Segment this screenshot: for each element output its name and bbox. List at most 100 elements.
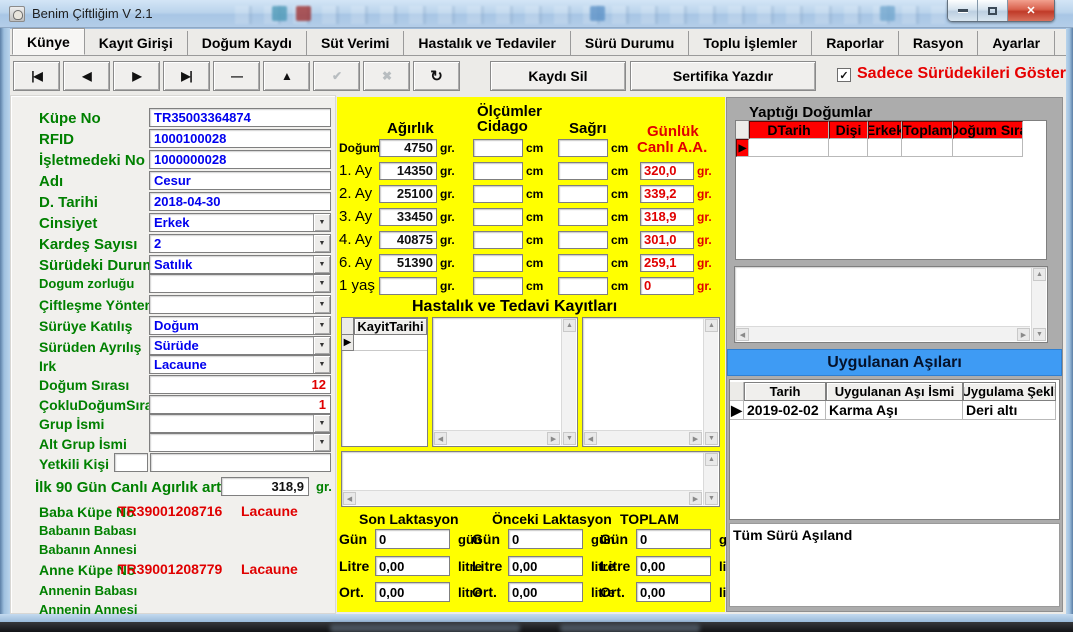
d-tarihi-input[interactable]: 2018-04-30 <box>149 192 331 211</box>
show-only-herd-label[interactable]: Sadece Sürüdekileri Göster <box>857 65 1066 83</box>
nav-post-button[interactable]: ✔ <box>313 61 360 91</box>
vertical-scrollbar[interactable]: ▲▼ <box>1031 268 1046 341</box>
maximize-button[interactable] <box>978 0 1008 21</box>
cidago-input[interactable] <box>473 254 523 272</box>
yetkili-kisi-code-input[interactable] <box>114 453 148 472</box>
adi-input[interactable]: Cesur <box>149 171 331 190</box>
scroll-right-icon[interactable]: ▶ <box>689 432 702 445</box>
scroll-left-icon[interactable]: ◀ <box>584 432 597 445</box>
scroll-up-icon[interactable]: ▲ <box>705 453 718 466</box>
births-col-dogum-sira[interactable]: Doğum Sıra <box>953 121 1023 139</box>
treatment-list-box[interactable]: ▲▼ ◀▶ <box>582 317 720 447</box>
minimize-button[interactable] <box>948 0 978 21</box>
yetkili-kisi-name-input[interactable] <box>150 453 331 472</box>
ciftlesme-yontemi-combo[interactable]: ▼ <box>149 295 331 314</box>
horizontal-scrollbar[interactable]: ◀▶ <box>584 430 702 445</box>
health-notes-box[interactable]: ▲▼ ◀▶ <box>341 451 720 507</box>
vaccine-note-box[interactable]: Tüm Sürü Aşıland <box>729 523 1060 607</box>
show-only-herd-checkbox[interactable]: ✓ <box>837 68 851 82</box>
scroll-up-icon[interactable]: ▲ <box>563 319 576 332</box>
tab-sut-verimi[interactable]: Süt Verimi <box>307 31 404 55</box>
agirlik-input[interactable]: 4750 <box>379 139 437 157</box>
tab-kunye[interactable]: Künye <box>12 28 85 55</box>
alt-grup-ismi-combo[interactable]: ▼ <box>149 433 331 452</box>
nav-first-button[interactable]: |◀ <box>13 61 60 91</box>
gunluk-aa-input[interactable]: 301,0 <box>640 231 694 249</box>
scroll-right-icon[interactable]: ▶ <box>689 492 702 505</box>
surudeki-durum-combo[interactable]: Satılık ▼ <box>149 255 331 274</box>
tab-ayarlar[interactable]: Ayarlar <box>978 31 1055 55</box>
ort-input[interactable]: 0,00 <box>508 582 583 602</box>
chevron-down-icon[interactable]: ▼ <box>313 317 330 334</box>
litre-input[interactable]: 0,00 <box>636 556 711 576</box>
tab-raporlar[interactable]: Raporlar <box>812 31 899 55</box>
sagri-input[interactable] <box>558 139 608 157</box>
agirlik-input[interactable]: 51390 <box>379 254 437 272</box>
horizontal-scrollbar[interactable]: ◀▶ <box>343 490 702 505</box>
gunluk-aa-input[interactable]: 320,0 <box>640 162 694 180</box>
gunluk-aa-input[interactable]: 339,2 <box>640 185 694 203</box>
ort-input[interactable]: 0,00 <box>636 582 711 602</box>
litre-input[interactable]: 0,00 <box>375 556 450 576</box>
litre-input[interactable]: 0,00 <box>508 556 583 576</box>
chevron-down-icon[interactable]: ▼ <box>313 434 330 451</box>
kardes-sayisi-combo[interactable]: 2 ▼ <box>149 234 331 253</box>
nav-refresh-button[interactable]: ↻ <box>413 61 460 91</box>
gunluk-aa-input[interactable]: 259,1 <box>640 254 694 272</box>
agirlik-input[interactable]: 25100 <box>379 185 437 203</box>
vaccines-col-uygulama-sekli[interactable]: Uygulama Şekli <box>963 382 1056 401</box>
nav-prior-button[interactable]: ◀ <box>63 61 110 91</box>
irk-combo[interactable]: Lacaune ▼ <box>149 355 331 374</box>
cidago-input[interactable] <box>473 231 523 249</box>
gun-input[interactable]: 0 <box>375 529 450 549</box>
sagri-input[interactable] <box>558 277 608 295</box>
tab-hastalik-tedaviler[interactable]: Hastalık ve Tedaviler <box>404 31 570 55</box>
cidago-input[interactable] <box>473 185 523 203</box>
rfid-input[interactable]: 1000100028 <box>149 129 331 148</box>
close-button[interactable]: ✕ <box>1008 0 1054 21</box>
isletmedeki-no-input[interactable]: 1000000028 <box>149 150 331 169</box>
agirlik-input[interactable]: 40875 <box>379 231 437 249</box>
suruye-katilis-combo[interactable]: Doğum ▼ <box>149 316 331 335</box>
vaccines-grid[interactable]: Tarih Uygulanan Aşı İsmi Uygulama Şekli … <box>729 379 1060 520</box>
scroll-left-icon[interactable]: ◀ <box>736 328 749 341</box>
vertical-scrollbar[interactable]: ▲▼ <box>703 453 718 505</box>
births-notes-box[interactable]: ▲▼ ◀▶ <box>734 266 1048 343</box>
horizontal-scrollbar[interactable]: ◀▶ <box>736 326 1030 341</box>
sagri-input[interactable] <box>558 254 608 272</box>
gun-input[interactable]: 0 <box>636 529 711 549</box>
nav-last-button[interactable]: ▶| <box>163 61 210 91</box>
cidago-input[interactable] <box>473 162 523 180</box>
births-col-dtarih[interactable]: DTarih <box>749 121 829 139</box>
sagri-input[interactable] <box>558 208 608 226</box>
chevron-down-icon[interactable]: ▼ <box>313 214 330 231</box>
chevron-down-icon[interactable]: ▼ <box>313 275 330 292</box>
cidago-input[interactable] <box>473 277 523 295</box>
scroll-right-icon[interactable]: ▶ <box>1017 328 1030 341</box>
coklu-dogum-sirasi-input[interactable]: 1 <box>149 395 331 414</box>
nav-cancel-button[interactable]: ✖ <box>363 61 410 91</box>
births-col-disi[interactable]: Dişi <box>829 121 868 139</box>
vaccines-col-tarih[interactable]: Tarih <box>744 382 826 401</box>
births-grid[interactable]: DTarih Dişi Erkek Toplam Doğum Sıra ▶ <box>735 120 1047 260</box>
agirlik-input[interactable]: 14350 <box>379 162 437 180</box>
agirlik-input[interactable] <box>379 277 437 295</box>
cidago-input[interactable] <box>473 139 523 157</box>
gunluk-aa-input[interactable]: 318,9 <box>640 208 694 226</box>
scroll-up-icon[interactable]: ▲ <box>1033 268 1046 281</box>
tab-toplu-islemler[interactable]: Toplu İşlemler <box>689 31 812 55</box>
sagri-input[interactable] <box>558 231 608 249</box>
chevron-down-icon[interactable]: ▼ <box>313 356 330 373</box>
suruden-ayrilis-combo[interactable]: Sürüde ▼ <box>149 336 331 355</box>
tab-dogum-kaydi[interactable]: Doğum Kaydı <box>188 31 307 55</box>
scroll-down-icon[interactable]: ▼ <box>1033 328 1046 341</box>
vaccine-row[interactable]: ▶ 2019-02-02 Karma Aşı Deri altı <box>730 401 1056 420</box>
vertical-scrollbar[interactable]: ▲▼ <box>561 319 576 445</box>
agirlik-input[interactable]: 33450 <box>379 208 437 226</box>
health-grid[interactable]: KayitTarihi ▶ <box>341 317 428 447</box>
tab-rasyon[interactable]: Rasyon <box>899 31 979 55</box>
dogum-sirasi-input[interactable]: 12 <box>149 375 331 394</box>
births-empty-row[interactable]: ▶ <box>736 139 1023 157</box>
vaccines-col-asi-ismi[interactable]: Uygulanan Aşı İsmi <box>826 382 963 401</box>
scroll-down-icon[interactable]: ▼ <box>563 432 576 445</box>
